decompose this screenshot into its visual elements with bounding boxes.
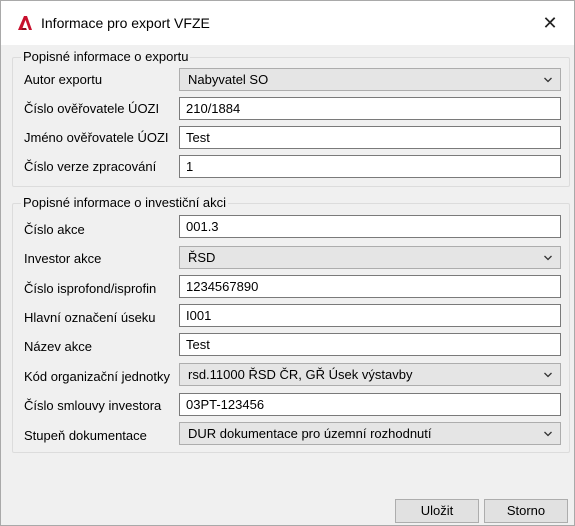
verifier-name-label: Jméno ověřovatele ÚOZI (24, 130, 169, 145)
action-name-input[interactable] (186, 334, 554, 355)
autocad-a-icon (18, 16, 32, 30)
version-input[interactable] (186, 156, 554, 177)
investor-select[interactable]: ŘSD (179, 246, 561, 269)
author-label: Autor exportu (24, 72, 103, 87)
author-select[interactable]: Nabyvatel SO (179, 68, 561, 91)
investor-select-value: ŘSD (188, 250, 216, 265)
action-number-field[interactable] (179, 215, 561, 238)
segment-label: Hlavní označení úseku (24, 310, 156, 325)
segment-field[interactable] (179, 304, 561, 327)
window-title: Informace pro export VFZE (41, 15, 210, 31)
author-select-value: Nabyvatel SO (188, 72, 269, 87)
cancel-button[interactable]: Storno (484, 499, 568, 523)
isprofond-input[interactable] (186, 276, 554, 297)
close-icon: ✕ (542, 13, 558, 33)
action-number-label: Číslo akce (24, 222, 85, 237)
close-button[interactable]: ✕ (537, 11, 563, 35)
verifier-number-input[interactable] (186, 98, 554, 119)
contract-input[interactable] (186, 394, 554, 415)
chevron-down-icon (544, 372, 552, 378)
action-name-label: Název akce (24, 339, 92, 354)
doc-stage-label: Stupeň dokumentace (24, 428, 147, 443)
action-name-field[interactable] (179, 333, 561, 356)
save-button[interactable]: Uložit (395, 499, 479, 523)
contract-label: Číslo smlouvy investora (24, 398, 162, 413)
verifier-name-field[interactable] (179, 126, 561, 149)
chevron-down-icon (544, 255, 552, 261)
doc-stage-select[interactable]: DUR dokumentace pro územní rozhodnutí (179, 422, 561, 445)
org-unit-select-value: rsd.11000 ŘSD ČR, GŘ Úsek výstavby (188, 367, 413, 382)
chevron-down-icon (544, 431, 552, 437)
isprofond-field[interactable] (179, 275, 561, 298)
chevron-down-icon (544, 77, 552, 83)
action-number-input[interactable] (186, 216, 554, 237)
investment-info-legend: Popisné informace o investiční akci (21, 195, 229, 210)
investor-label: Investor akce (24, 251, 102, 266)
org-unit-select[interactable]: rsd.11000 ŘSD ČR, GŘ Úsek výstavby (179, 363, 561, 386)
verifier-name-input[interactable] (186, 127, 554, 148)
version-label: Číslo verze zpracování (24, 159, 157, 174)
verifier-number-label: Číslo ověřovatele ÚOZI (24, 101, 160, 116)
dialog-window: Informace pro export VFZE ✕ Popisné info… (0, 0, 575, 526)
segment-input[interactable] (186, 305, 554, 326)
org-unit-label: Kód organizační jednotky (24, 369, 170, 384)
export-info-legend: Popisné informace o exportu (21, 49, 191, 64)
doc-stage-select-value: DUR dokumentace pro územní rozhodnutí (188, 426, 432, 441)
contract-field[interactable] (179, 393, 561, 416)
verifier-number-field[interactable] (179, 97, 561, 120)
version-field[interactable] (179, 155, 561, 178)
isprofond-label: Číslo isprofond/isprofin (24, 281, 157, 296)
title-bar: Informace pro export VFZE ✕ (1, 1, 574, 45)
